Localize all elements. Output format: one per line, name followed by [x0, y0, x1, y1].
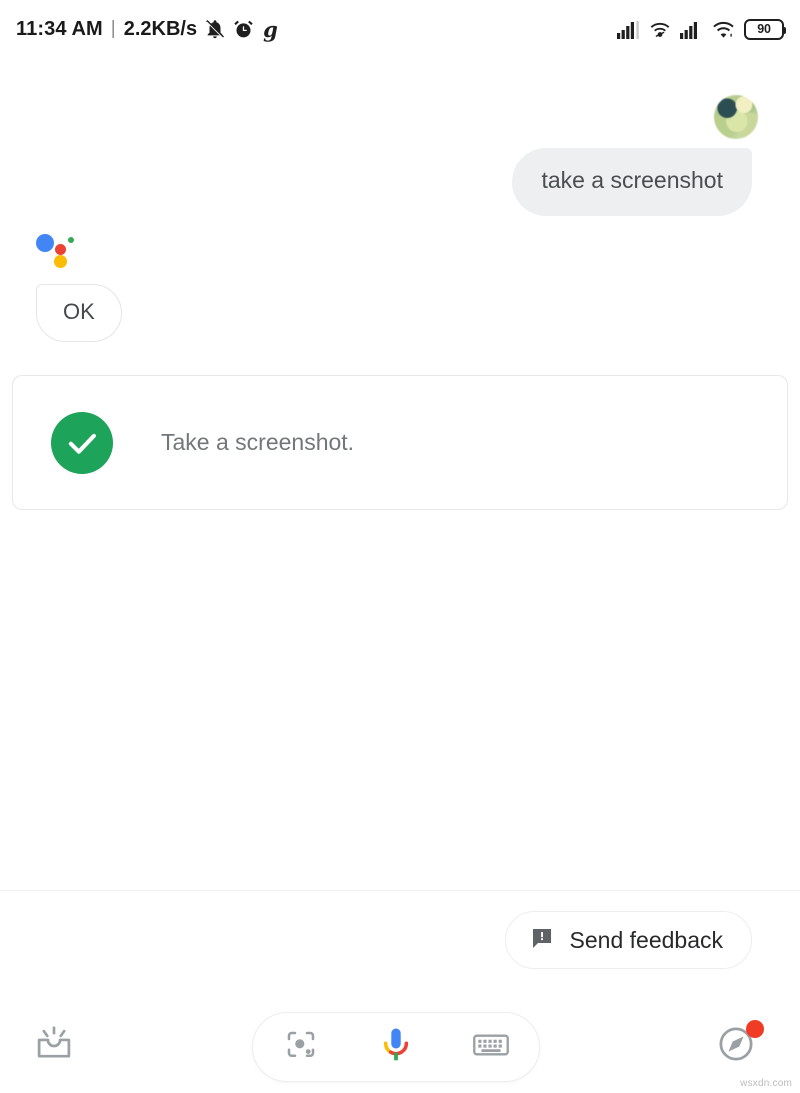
wifi-calling-icon: [649, 20, 671, 39]
keyboard-button[interactable]: [464, 1020, 518, 1074]
wifi-icon: [712, 20, 735, 39]
avatar[interactable]: [714, 95, 758, 139]
signal-bars-2-icon: [680, 20, 703, 39]
lens-button[interactable]: [274, 1020, 328, 1074]
assistant-reply-text: OK: [63, 299, 95, 324]
status-bar-left: 11:34 AM | 2.2KB/s g: [16, 18, 278, 41]
green-check-icon: [51, 411, 113, 474]
google-g-icon: g: [263, 16, 278, 42]
google-mic-icon: [376, 1025, 416, 1070]
keyboard-icon: [473, 1031, 510, 1064]
user-message-bubble: take a screenshot: [512, 148, 752, 216]
result-card[interactable]: Take a screenshot.: [12, 375, 788, 510]
result-card-text: Take a screenshot.: [161, 428, 355, 455]
google-lens-icon: [283, 1027, 319, 1068]
send-feedback-button[interactable]: Send feedback: [504, 911, 752, 969]
assistant-dot-red: [55, 244, 66, 255]
network-speed-label: 2.2KB/s: [123, 17, 198, 40]
assistant-dot-yellow: [54, 255, 67, 268]
google-assistant-logo: [36, 230, 82, 274]
user-message-text: take a screenshot: [541, 167, 723, 193]
signal-bars-icon: [617, 20, 640, 39]
send-feedback-label: Send feedback: [569, 926, 723, 953]
status-bar-right: 90: [617, 18, 786, 40]
status-separator: |: [110, 18, 116, 39]
assistant-input-bar: [252, 1012, 540, 1082]
assistant-dot-blue: [36, 234, 54, 252]
footer-divider: [0, 890, 800, 891]
snapshot-button[interactable]: [28, 1020, 80, 1072]
battery-level-label: 90: [757, 22, 771, 36]
status-bar: 11:34 AM | 2.2KB/s g 90: [0, 0, 800, 58]
alarm-clock-icon: [233, 19, 254, 40]
watermark: wsxdn.com: [740, 1078, 792, 1089]
mic-button[interactable]: [369, 1020, 423, 1074]
bottom-bar: [0, 1000, 800, 1093]
explore-notification-dot: [746, 1020, 764, 1038]
bell-mute-icon: [204, 18, 226, 40]
snapshot-inbox-icon: [31, 1021, 77, 1072]
assistant-reply-bubble: OK: [36, 284, 122, 343]
feedback-bubble-icon: [530, 926, 554, 955]
status-clock: 11:34 AM: [16, 17, 103, 40]
assistant-dot-green: [68, 237, 74, 243]
battery-indicator: 90: [744, 18, 786, 40]
